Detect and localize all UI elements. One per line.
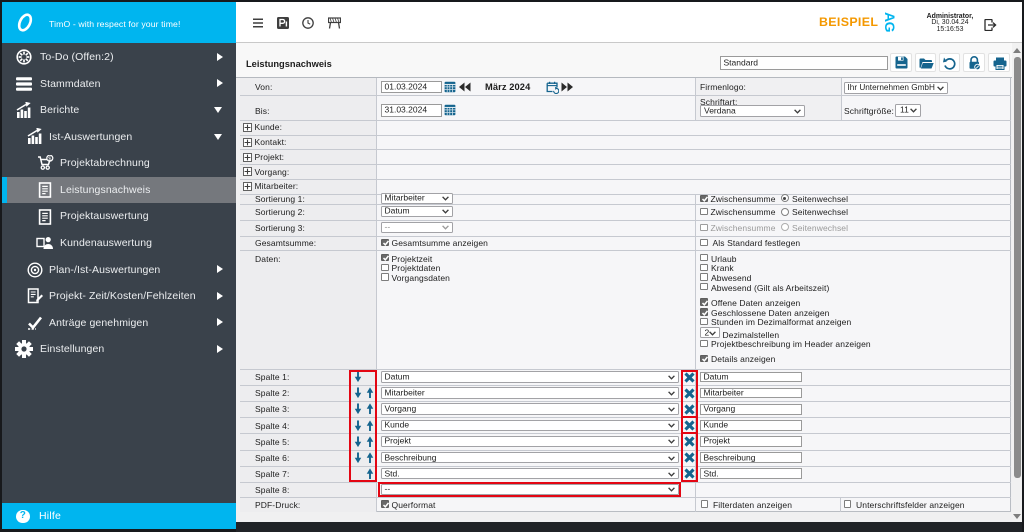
svg-text:$: $ (48, 157, 51, 163)
